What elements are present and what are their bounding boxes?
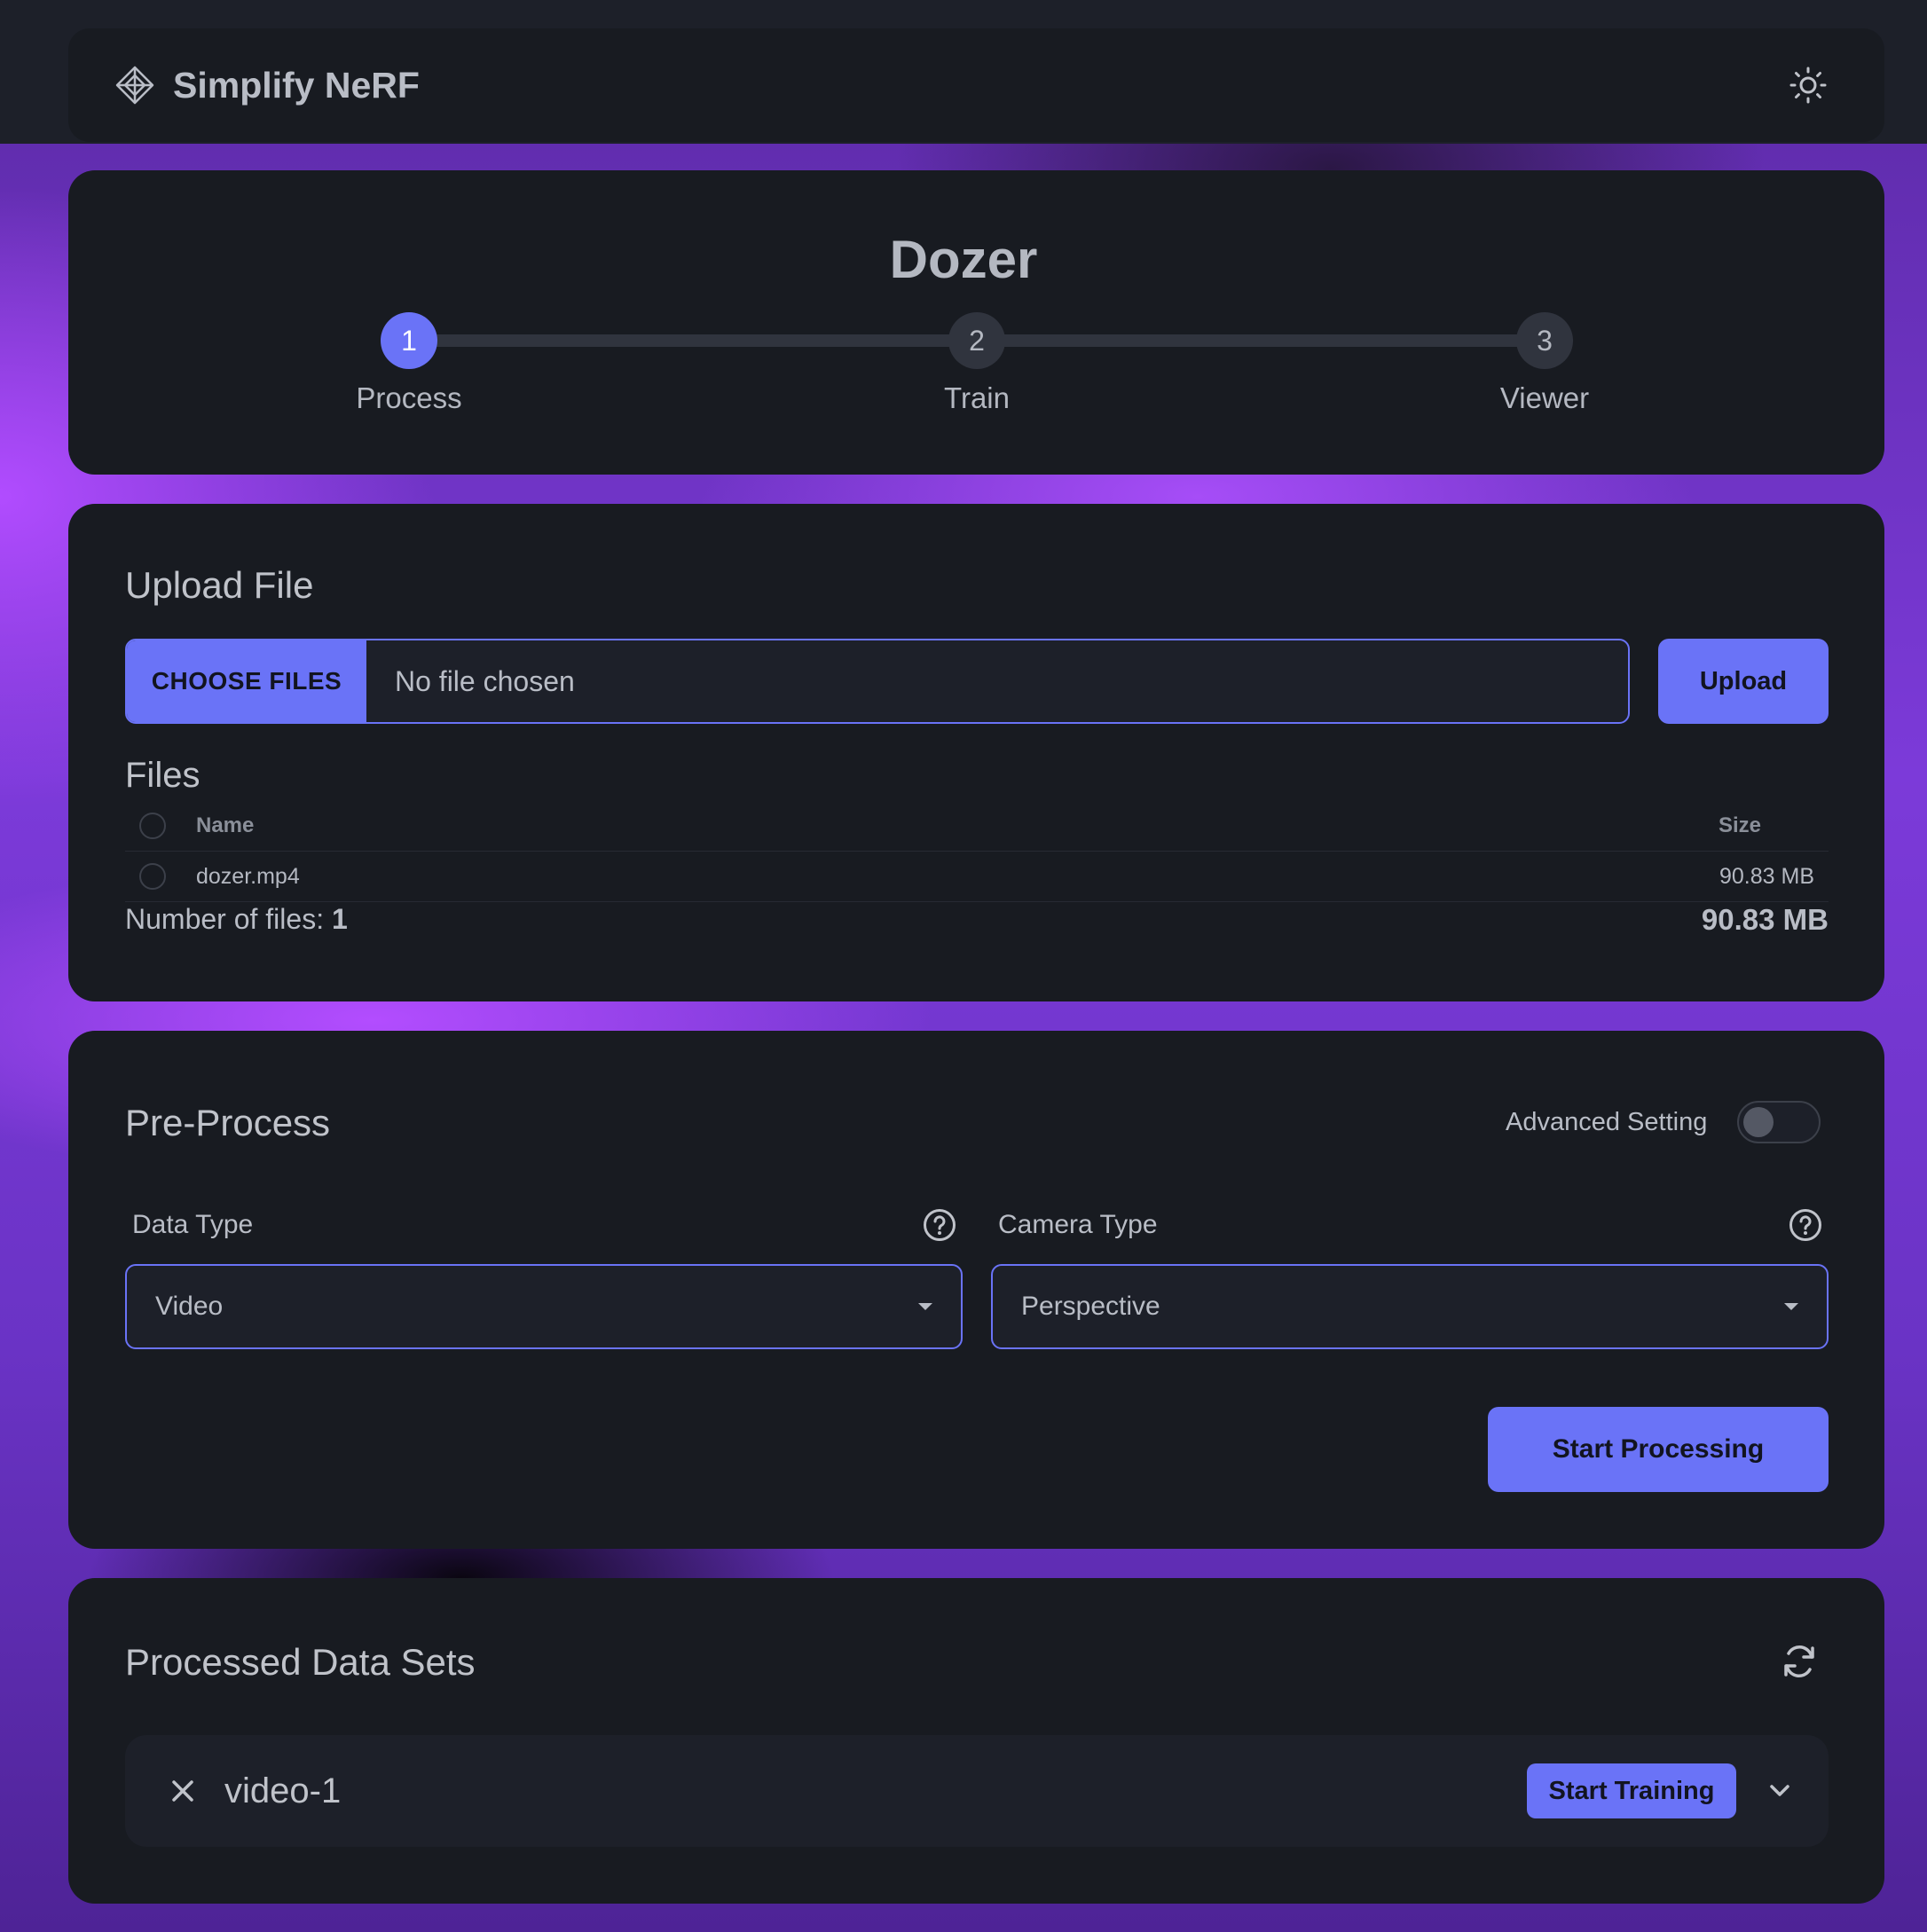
preprocess-title: Pre-Process — [125, 1102, 331, 1143]
start-training-button[interactable]: Start Training — [1527, 1763, 1736, 1818]
total-size: 90.83 MB — [1701, 903, 1829, 936]
processed-datasets-title: Processed Data Sets — [125, 1641, 476, 1683]
toggle-knob — [1743, 1107, 1774, 1137]
select-all-checkbox[interactable] — [139, 813, 166, 839]
dataset-item[interactable]: video-1 Start Training — [125, 1735, 1829, 1847]
column-header-name: Name — [196, 813, 255, 837]
data-type-label: Data Type — [132, 1210, 254, 1239]
close-icon[interactable] — [169, 1778, 196, 1804]
table-header-row: Name Size — [125, 801, 1829, 852]
file-name: dozer.mp4 — [196, 863, 300, 889]
column-header-size: Size — [1718, 813, 1761, 837]
file-picker: CHOOSE FILES No file chosen — [125, 639, 1630, 724]
dropdown-caret-icon — [1784, 1303, 1798, 1310]
camera-type-value: Perspective — [1021, 1292, 1160, 1321]
file-input[interactable]: CHOOSE FILES No file chosen — [125, 639, 1630, 724]
choose-files-button[interactable]: CHOOSE FILES — [127, 640, 366, 722]
file-size: 90.83 MB — [1719, 863, 1814, 889]
table-row[interactable]: dozer.mp4 90.83 MB — [125, 852, 1829, 902]
upload-title: Upload File — [125, 564, 314, 606]
question-circle-icon[interactable] — [1788, 1207, 1823, 1243]
upload-button[interactable]: Upload — [1658, 639, 1829, 724]
step-3-indicator[interactable]: 3 — [1516, 312, 1573, 369]
dropdown-caret-icon — [918, 1303, 932, 1310]
file-status-text: No file chosen — [395, 664, 575, 697]
advanced-setting-label: Advanced Setting — [1506, 1108, 1708, 1136]
file-count-label: Number of files: — [125, 903, 325, 935]
dataset-name: video-1 — [224, 1771, 342, 1810]
files-summary: Number of files: 1 90.83 MB — [125, 903, 1829, 937]
data-type-select[interactable]: Video — [125, 1264, 963, 1349]
chevron-down-icon[interactable] — [1766, 1778, 1793, 1804]
camera-type-select[interactable]: Perspective — [991, 1264, 1829, 1349]
step-connector — [409, 334, 977, 347]
start-processing-button[interactable]: Start Processing — [1488, 1407, 1829, 1492]
step-1-indicator[interactable]: 1 — [381, 312, 437, 369]
camera-type-label: Camera Type — [998, 1210, 1158, 1239]
step-2-indicator[interactable]: 2 — [948, 312, 1005, 369]
data-type-value: Video — [155, 1292, 224, 1321]
refresh-icon[interactable] — [1780, 1642, 1819, 1681]
files-table: Name Size dozer.mp4 90.83 MB — [125, 801, 1829, 902]
step-2-label: Train — [944, 381, 1010, 414]
step-3-label: Viewer — [1499, 381, 1590, 414]
row-select-checkbox[interactable] — [139, 863, 166, 890]
step-connector — [977, 334, 1545, 347]
files-title: Files — [125, 756, 201, 795]
file-count: 1 — [331, 903, 348, 935]
question-circle-icon[interactable] — [922, 1207, 957, 1243]
advanced-setting-toggle[interactable] — [1737, 1101, 1821, 1143]
step-1-label: Process — [356, 381, 462, 414]
